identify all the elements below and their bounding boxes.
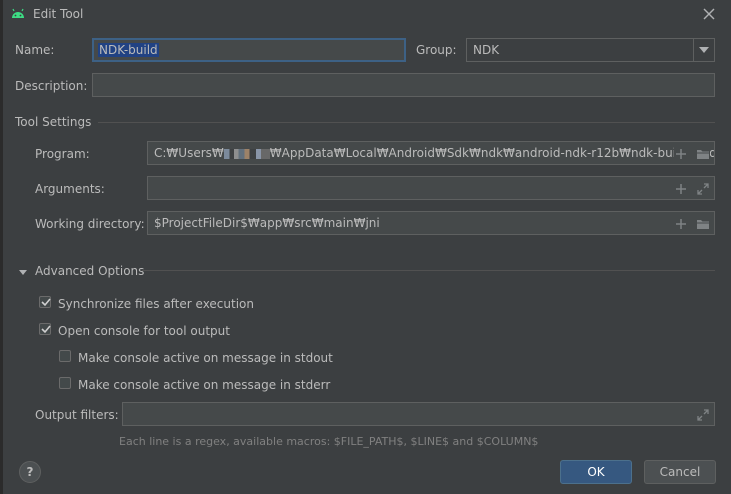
edit-tool-dialog: Edit Tool Name: NDK-build Group: NDK Des… [3,0,731,494]
open-console-checkbox[interactable] [39,323,51,335]
title-bar: Edit Tool [3,0,731,30]
working-directory-value: $ProjectFileDir$₩app₩src₩main₩jni [154,216,380,230]
program-value-suffix: ₩AppData₩Local₩Android₩Sdk₩ndk₩android-n… [269,146,715,160]
synchronize-files-checkbox[interactable] [39,296,51,308]
output-filters-label: Output filters: [35,408,119,422]
arguments-field[interactable] [147,176,715,200]
folder-icon[interactable] [696,216,710,230]
group-label: Group: [416,43,457,57]
program-value-prefix: C:₩Users₩ [154,146,224,160]
expand-icon[interactable] [696,407,710,421]
stderr-active-checkbox[interactable] [59,377,71,389]
tool-settings-title: Tool Settings [15,115,92,129]
expand-icon[interactable] [696,181,710,195]
stderr-active-label[interactable]: Make console active on message in stderr [78,378,330,392]
group-combobox[interactable]: NDK [466,38,715,62]
advanced-options-separator [142,270,715,271]
stdout-active-checkbox[interactable] [59,350,71,362]
plus-icon[interactable] [674,146,688,160]
group-dropdown-button[interactable] [693,39,714,61]
arguments-label: Arguments: [35,182,105,196]
tool-settings-separator [98,122,715,123]
group-value: NDK [473,43,500,57]
chevron-down-icon [699,47,709,53]
advanced-options-title[interactable]: Advanced Options [35,264,144,278]
plus-icon[interactable] [674,216,688,230]
android-icon [10,6,26,22]
close-icon [703,8,715,20]
check-icon [41,325,51,334]
stdout-active-label[interactable]: Make console active on message in stdout [78,351,333,365]
program-field[interactable]: C:₩Users₩ ₩AppData₩Local₩Android₩Sdk₩ndk₩… [147,141,715,165]
name-value: NDK-build [98,43,159,57]
check-icon [41,298,51,307]
help-button[interactable]: ? [19,461,41,483]
output-filters-hint: Each line is a regex, available macros: … [119,435,539,448]
folder-icon[interactable] [696,146,710,160]
working-directory-label: Working directory: [35,217,145,231]
open-console-label[interactable]: Open console for tool output [58,324,230,338]
dialog-title: Edit Tool [33,7,84,21]
synchronize-files-label[interactable]: Synchronize files after execution [58,297,254,311]
triangle-down-icon[interactable] [18,266,28,275]
name-label: Name: [15,43,55,57]
redacted-username [223,148,270,159]
program-label: Program: [35,147,90,161]
description-field[interactable] [92,73,715,97]
working-directory-field[interactable]: $ProjectFileDir$₩app₩src₩main₩jni [147,211,715,235]
cancel-button[interactable]: Cancel [644,460,716,484]
plus-icon[interactable] [674,181,688,195]
ok-button[interactable]: OK [560,460,632,484]
name-field[interactable]: NDK-build [92,38,406,62]
output-filters-field[interactable] [122,402,715,426]
description-label: Description: [15,79,88,93]
close-button[interactable] [698,4,720,24]
